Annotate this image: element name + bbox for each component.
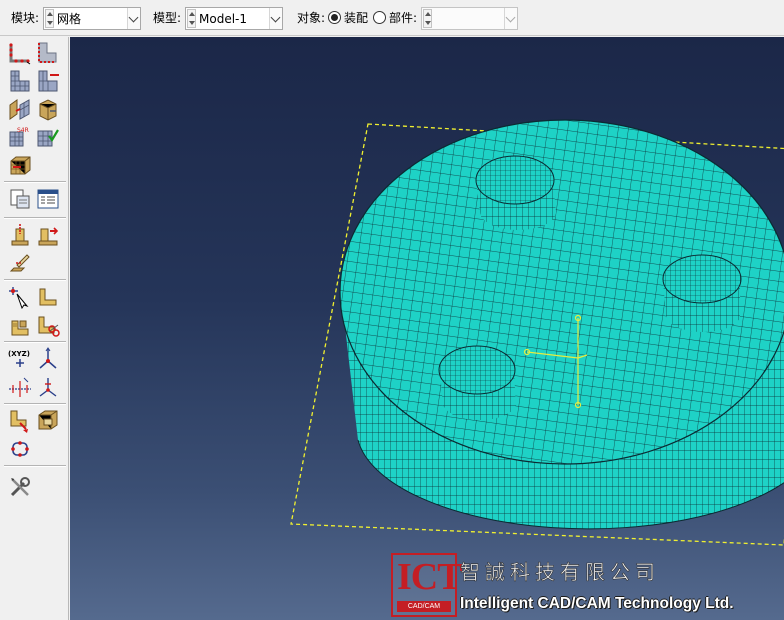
mesh-part-tool[interactable] <box>8 97 32 121</box>
part-spin-arrows-icon[interactable] <box>423 9 432 28</box>
mesh-display-tool[interactable] <box>36 187 60 211</box>
mesh-toolbox: S4R (XYZ) <box>0 37 69 620</box>
module-combo[interactable]: 网格 <box>43 7 141 30</box>
ict-logo: ICT CAD/CAM <box>391 553 463 617</box>
chevron-down-icon[interactable] <box>269 8 282 29</box>
toolbox-separator <box>4 341 66 343</box>
datum-plane-tool[interactable] <box>8 375 32 399</box>
partition-cell-tool[interactable] <box>36 223 60 247</box>
toolbox-tools-icon[interactable] <box>8 475 32 499</box>
part-option-label[interactable]: 部件: <box>389 10 417 26</box>
module-spin-arrows-icon[interactable] <box>45 9 54 28</box>
query-tool[interactable] <box>8 187 32 211</box>
element-type-tool[interactable] <box>36 69 60 93</box>
svg-text:(XYZ): (XYZ) <box>8 350 30 358</box>
assembly-option-label[interactable]: 装配 <box>344 10 368 26</box>
toolbox-separator <box>4 279 66 281</box>
graphics-viewport[interactable] <box>70 37 784 620</box>
toolbox-separator <box>4 465 66 467</box>
datum-csys-tool[interactable] <box>36 375 60 399</box>
toolbox-separator <box>4 403 66 405</box>
chevron-down-icon[interactable] <box>127 8 140 29</box>
chevron-down-icon[interactable] <box>504 8 517 29</box>
module-label: 模块: <box>11 11 40 25</box>
split-tool[interactable] <box>8 313 32 337</box>
mesh-region-tool[interactable] <box>36 125 60 149</box>
repair-mesh-tool[interactable] <box>36 409 60 433</box>
delete-mesh-tool[interactable] <box>36 97 60 121</box>
virtual-topology-tool[interactable] <box>8 251 32 275</box>
model-combo[interactable]: Model-1 <box>185 7 283 30</box>
mesh-controls-tool[interactable] <box>8 69 32 93</box>
create-element-tool[interactable] <box>36 313 60 337</box>
svg-text:S4R: S4R <box>17 127 29 134</box>
company-name-en: Intelligent CAD/CAM Technology Ltd. <box>460 595 734 612</box>
model-value: Model-1 <box>199 12 247 26</box>
datum-axis-tool[interactable] <box>36 347 60 371</box>
feature-manager-tool[interactable] <box>8 437 32 461</box>
assign-stack-tool[interactable] <box>8 153 32 177</box>
seed-part-tool[interactable] <box>8 41 32 65</box>
datum-edit-tool[interactable] <box>8 285 32 309</box>
toolbox-separator <box>4 217 66 219</box>
toolbox-separator <box>4 181 66 183</box>
logo-subtext: CAD/CAM <box>397 601 451 612</box>
meshed-assembly-graphic[interactable] <box>70 37 784 620</box>
datum-point-tool[interactable] <box>36 285 60 309</box>
part-combo[interactable] <box>421 7 518 30</box>
part-radio[interactable] <box>373 11 386 24</box>
model-label: 模型: <box>153 11 182 25</box>
model-spin-arrows-icon[interactable] <box>187 9 196 28</box>
logo-text: ICT <box>397 556 463 598</box>
context-bar: 模块: 网格 模型: Model-1 对象: 装配 部件: <box>0 0 784 36</box>
datum-xyz-tool[interactable]: (XYZ) <box>8 347 32 371</box>
edit-mesh-tool[interactable] <box>8 409 32 433</box>
verify-mesh-tool[interactable]: S4R <box>8 125 32 149</box>
object-label: 对象: <box>297 11 326 25</box>
assembly-radio[interactable] <box>328 11 341 24</box>
module-value: 网格 <box>57 12 82 26</box>
company-name-cn: 智誠科技有限公司 <box>460 560 660 585</box>
seed-edges-tool[interactable] <box>36 41 60 65</box>
partition-face-tool[interactable] <box>8 223 32 247</box>
